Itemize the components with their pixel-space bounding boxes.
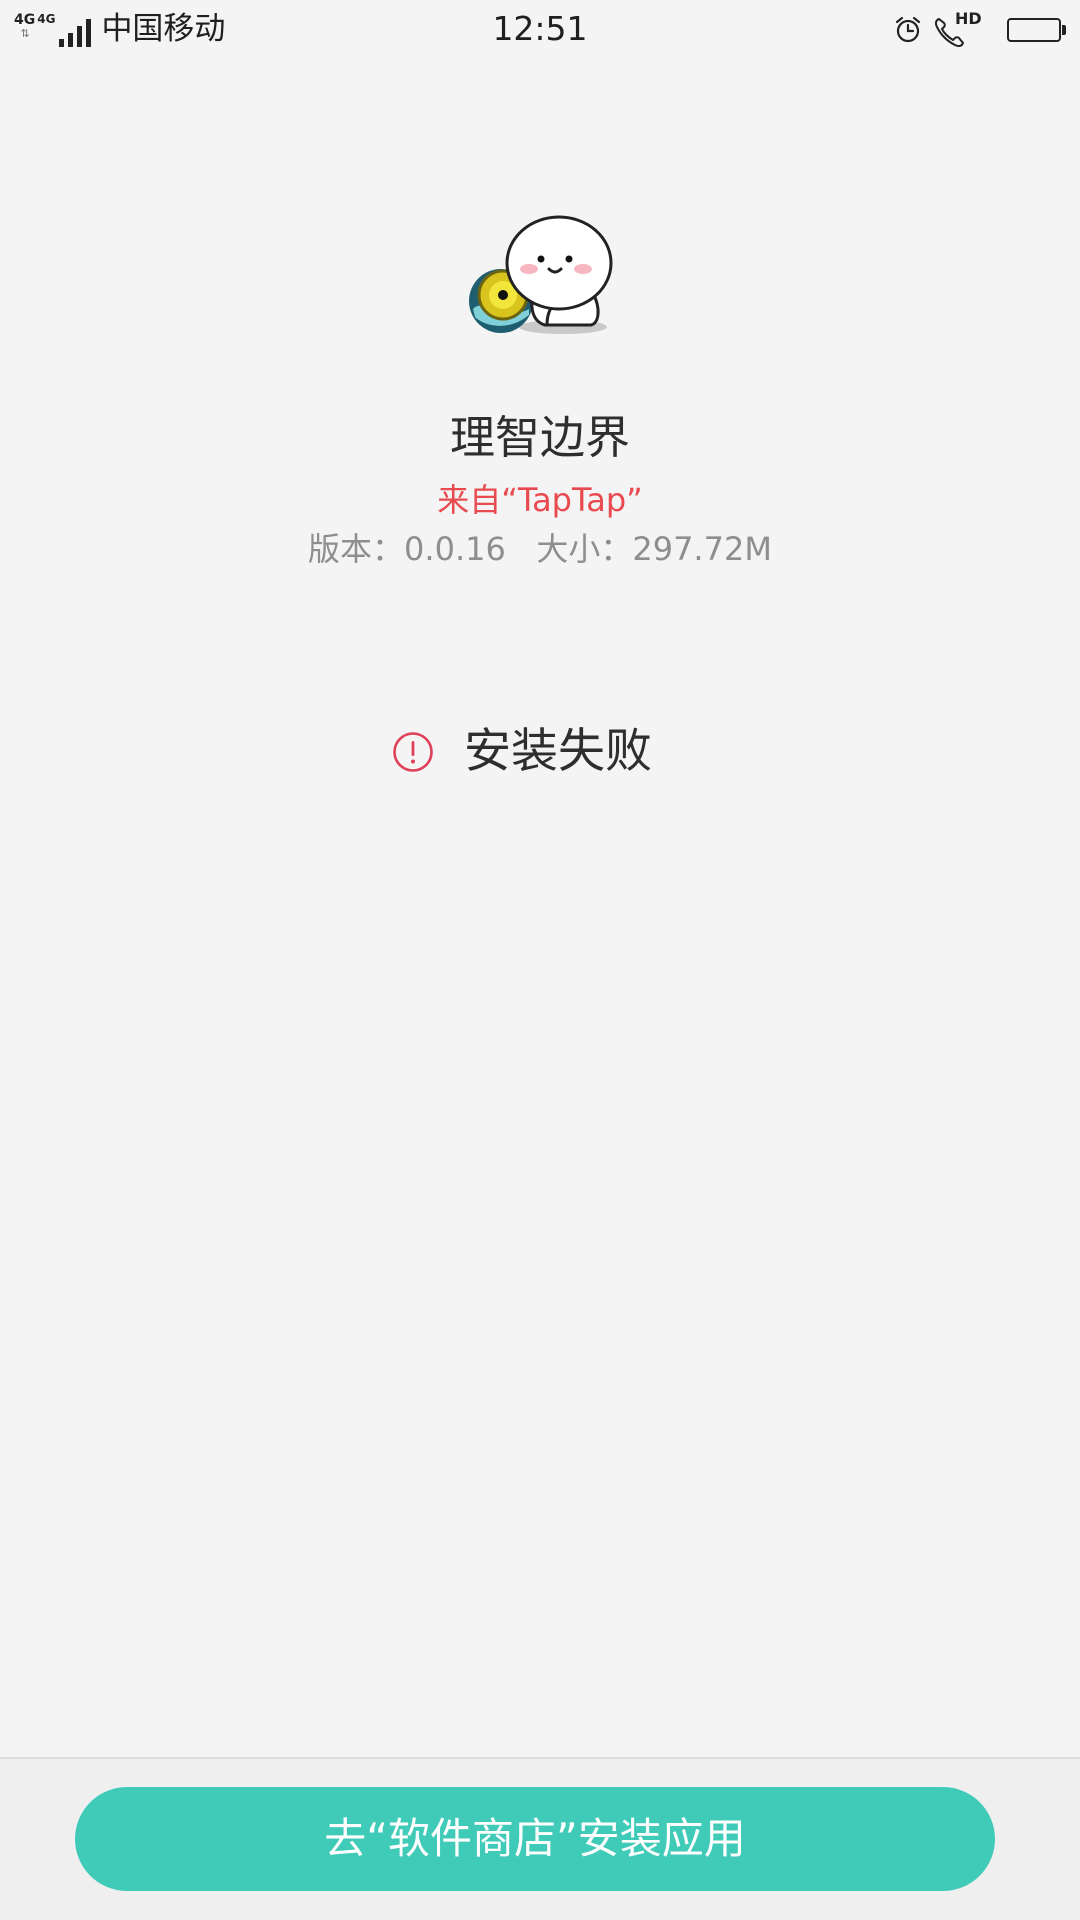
battery-icon [1007, 18, 1066, 42]
app-icon [463, 205, 623, 345]
status-bar: 4G ⇅ 4G 中国移动 12:51 HD [0, 0, 1080, 58]
alert-circle-icon [393, 732, 433, 772]
app-version-size: 版本：0.0.16 大小：297.72M [308, 530, 772, 568]
install-result: 安装失败 [0, 722, 1080, 782]
hd-call-icon: HD [933, 10, 983, 50]
alarm-icon [893, 15, 923, 45]
status-bar-right: HD [893, 10, 1066, 50]
install-failed-text: 安装失败 [464, 724, 652, 779]
hd-label: HD [955, 9, 982, 28]
bottom-bar: 去“软件商店”安装应用 [0, 1757, 1080, 1920]
install-from-store-label: 去“软件商店”安装应用 [324, 1814, 746, 1863]
install-from-store-button[interactable]: 去“软件商店”安装应用 [75, 1787, 995, 1891]
app-source: 来自“TapTap” [437, 481, 643, 519]
app-name: 理智边界 [449, 411, 630, 464]
